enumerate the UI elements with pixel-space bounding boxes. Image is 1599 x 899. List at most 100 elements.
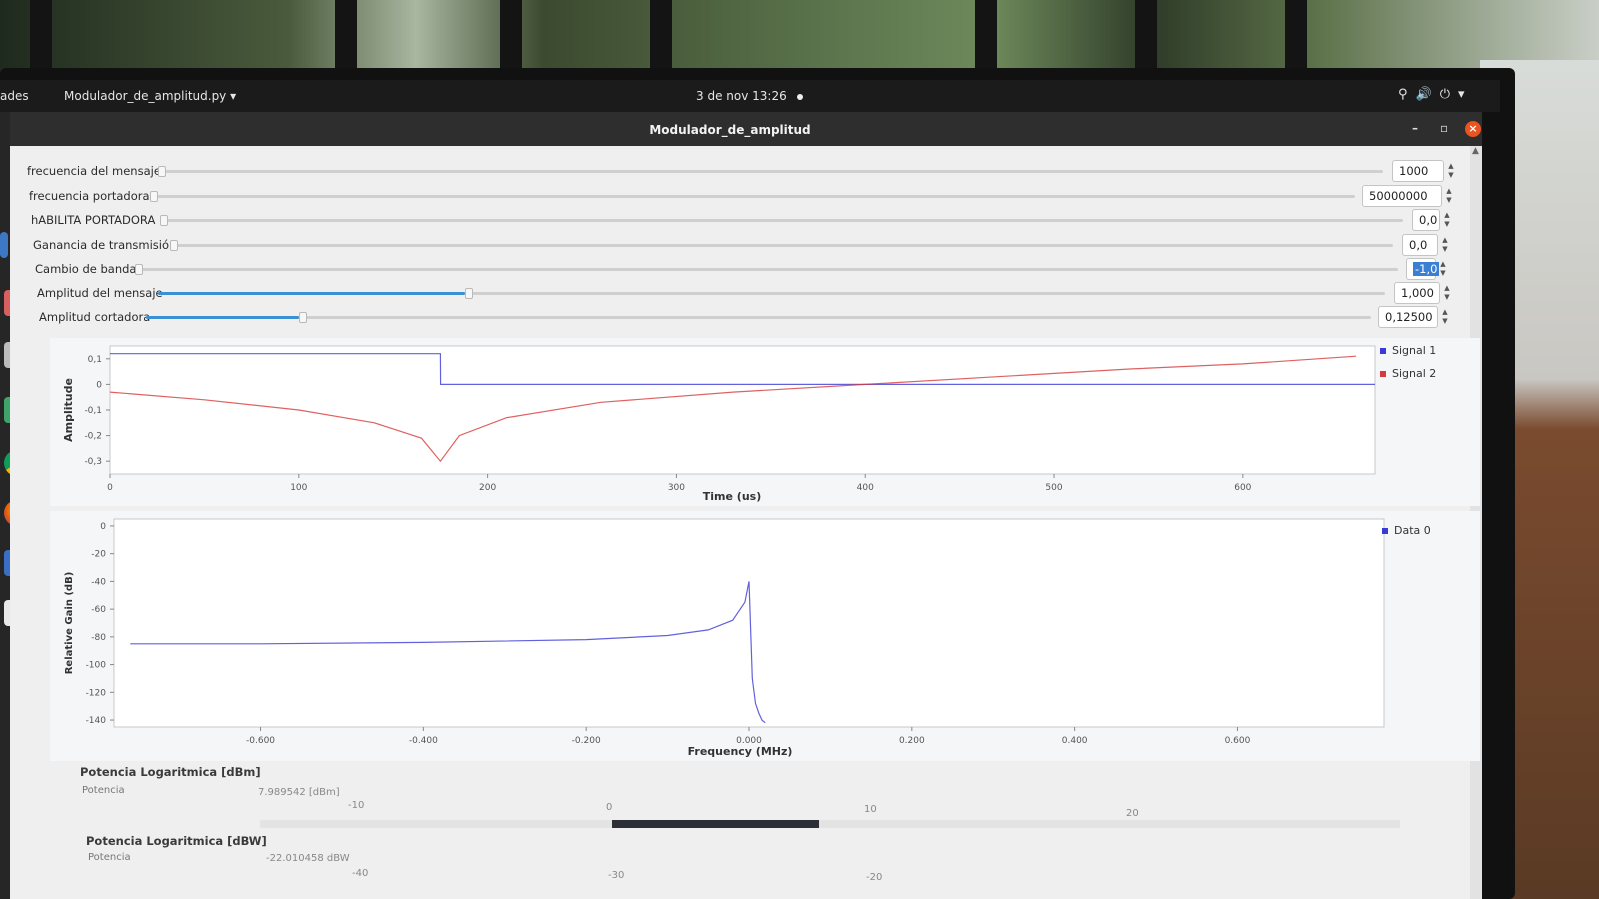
accessibility-icon[interactable]: ⚲ [1398, 87, 1416, 102]
y-tick-label: -80 [91, 633, 106, 643]
slider-track[interactable] [170, 240, 1393, 251]
time-plot-legend[interactable]: Signal 1 Signal 2 [1380, 344, 1436, 380]
gauge-title-dbm: Potencia Logaritmica [dBm] [80, 765, 261, 779]
clock[interactable]: 3 de nov 13:26 [696, 89, 803, 103]
slider-handle[interactable] [158, 166, 166, 177]
slider-row: Cambio de banda -1,0 ▲ ▼ [10, 258, 1460, 282]
slider-row: hABILITA PORTADORA 0,0 ▲ ▼ [10, 209, 1460, 233]
legend-swatch [1380, 371, 1386, 377]
y-axis-label: Amplitude [62, 378, 75, 442]
app-menu-button[interactable]: Modulador_de_amplitud.py ▾ [64, 89, 236, 103]
x-tick-label: 0.400 [1062, 736, 1088, 746]
close-button[interactable]: × [1465, 121, 1481, 137]
slider-track[interactable] [146, 312, 1371, 323]
x-tick-label: 100 [290, 483, 307, 493]
spinbox-value: 50000000 [1369, 189, 1428, 203]
slider-track[interactable] [158, 288, 1385, 299]
spinbox-value: 0,12500 [1385, 310, 1433, 324]
flowgraph-panel: ▲ frecuencia del mensaje 1000 ▲ ▼ frecuencia… [10, 146, 1482, 899]
chevron-down-icon[interactable]: ▾ [1458, 87, 1473, 102]
gauge-value-dbw: -22.010458 dBW [266, 853, 350, 864]
x-tick-label: 0.200 [899, 736, 925, 746]
slider-handle[interactable] [299, 312, 308, 323]
notification-dot [796, 93, 803, 100]
gauge-tick: -10 [348, 800, 365, 811]
gauge-tick: -20 [866, 872, 883, 883]
gauge-title-dbw: Potencia Logaritmica [dBW] [86, 834, 267, 848]
files-icon[interactable] [0, 232, 8, 258]
frequency-plot[interactable]: 0 -20 -40 -60 -80 -100 -120 -140 -0.600 -0.400 -0.… [50, 511, 1480, 761]
x-tick-label: 0 [107, 483, 113, 493]
slider-handle[interactable] [150, 191, 158, 202]
x-tick-label: 600 [1234, 483, 1251, 493]
y-tick-label: -120 [86, 688, 107, 698]
x-tick-label: -0.400 [409, 736, 438, 746]
value-spinbox[interactable]: 1000 [1392, 160, 1444, 182]
time-plot[interactable]: 0,1 0 -0,1 -0,2 -0,3 0 100 200 300 400 500 600 Ampli… [50, 338, 1480, 506]
legend-item[interactable]: Signal 1 [1380, 344, 1436, 357]
maximize-button[interactable]: ▫ [1440, 121, 1448, 135]
y-tick-label: 0,1 [88, 355, 102, 365]
spinbox-arrows-icon[interactable]: ▲ ▼ [1444, 187, 1454, 205]
y-tick-label: 0 [96, 380, 102, 390]
gauge-label-dbm: Potencia [82, 785, 125, 796]
spinbox-value: 0,0 [1409, 238, 1428, 252]
value-spinbox[interactable]: 0,12500 [1378, 306, 1438, 328]
slider-row: frecuencia portadora 50000000 ▲ ▼ [10, 185, 1460, 209]
y-tick-label: -60 [91, 605, 106, 615]
legend-item[interactable]: Data 0 [1382, 524, 1431, 537]
value-spinbox[interactable]: -1,0 [1406, 258, 1440, 280]
slider-track[interactable] [160, 215, 1403, 226]
slider-row: Amplitud del mensaje 1,000 ▲ ▼ [10, 282, 1460, 306]
value-spinbox[interactable]: 50000000 [1362, 185, 1442, 207]
legend-swatch [1380, 348, 1386, 354]
minimize-button[interactable]: – [1412, 121, 1418, 135]
legend-swatch [1382, 528, 1388, 534]
value-spinbox[interactable]: 0,0 [1412, 209, 1440, 231]
x-tick-label: 200 [479, 483, 496, 493]
power-icon[interactable]: ⏻ [1440, 87, 1458, 102]
value-spinbox[interactable]: 1,000 [1394, 282, 1440, 304]
x-axis-label: Frequency (MHz) [688, 745, 793, 758]
gauge-value-dbm: 7.989542 [dBm] [258, 787, 340, 798]
slider-handle[interactable] [135, 264, 143, 275]
spinbox-arrows-icon[interactable]: ▲ ▼ [1438, 260, 1448, 278]
slider-handle[interactable] [464, 288, 473, 299]
x-tick-label: -0.600 [246, 736, 275, 746]
slider-track[interactable] [150, 191, 1355, 202]
spinbox-arrows-icon[interactable]: ▲ ▼ [1442, 284, 1452, 302]
slider-row: Ganancia de transmisión 0,0 ▲ ▼ [10, 234, 1460, 258]
window-titlebar[interactable]: Modulador_de_amplitud – ▫ × [10, 112, 1482, 146]
slider-label: frecuencia portadora [29, 189, 150, 203]
y-tick-label: -140 [86, 716, 107, 726]
slider-track[interactable] [135, 264, 1398, 275]
activities-button[interactable]: ades [0, 89, 29, 103]
system-top-panel: ades Modulador_de_amplitud.py ▾ 3 de nov… [0, 80, 1500, 112]
spinbox-arrows-icon[interactable]: ▲ ▼ [1442, 211, 1452, 229]
slider-handle[interactable] [160, 215, 168, 226]
scroll-up-icon[interactable]: ▲ [1472, 146, 1479, 156]
x-tick-label: 300 [668, 483, 685, 493]
window-title: Modulador_de_amplitud [649, 123, 811, 137]
spinbox-value: -1,0 [1413, 262, 1440, 276]
y-tick-label: -100 [86, 661, 107, 671]
slider-label: Amplitud cortadora [39, 310, 151, 324]
spinbox-value: 1000 [1399, 164, 1429, 178]
x-tick-label: 0.600 [1225, 736, 1251, 746]
legend-item[interactable]: Signal 2 [1380, 367, 1436, 380]
spinbox-arrows-icon[interactable]: ▲ ▼ [1446, 162, 1456, 180]
gauge-tick: -40 [352, 868, 369, 879]
slider-label: hABILITA PORTADORA [31, 213, 156, 227]
slider-fill [158, 292, 465, 295]
gauge-tick: 10 [864, 804, 877, 815]
spinbox-arrows-icon[interactable]: ▲ ▼ [1440, 236, 1450, 254]
y-tick-label: -0,1 [84, 406, 102, 416]
system-tray[interactable]: ⚲🔊⏻▾ [1398, 87, 1473, 102]
freq-plot-legend[interactable]: Data 0 [1382, 524, 1431, 537]
slider-handle[interactable] [170, 240, 178, 251]
slider-label: Cambio de banda [35, 262, 137, 276]
slider-track[interactable] [158, 166, 1383, 177]
spinbox-arrows-icon[interactable]: ▲ ▼ [1440, 308, 1450, 326]
value-spinbox[interactable]: 0,0 [1402, 234, 1438, 256]
volume-icon[interactable]: 🔊 [1416, 87, 1440, 102]
